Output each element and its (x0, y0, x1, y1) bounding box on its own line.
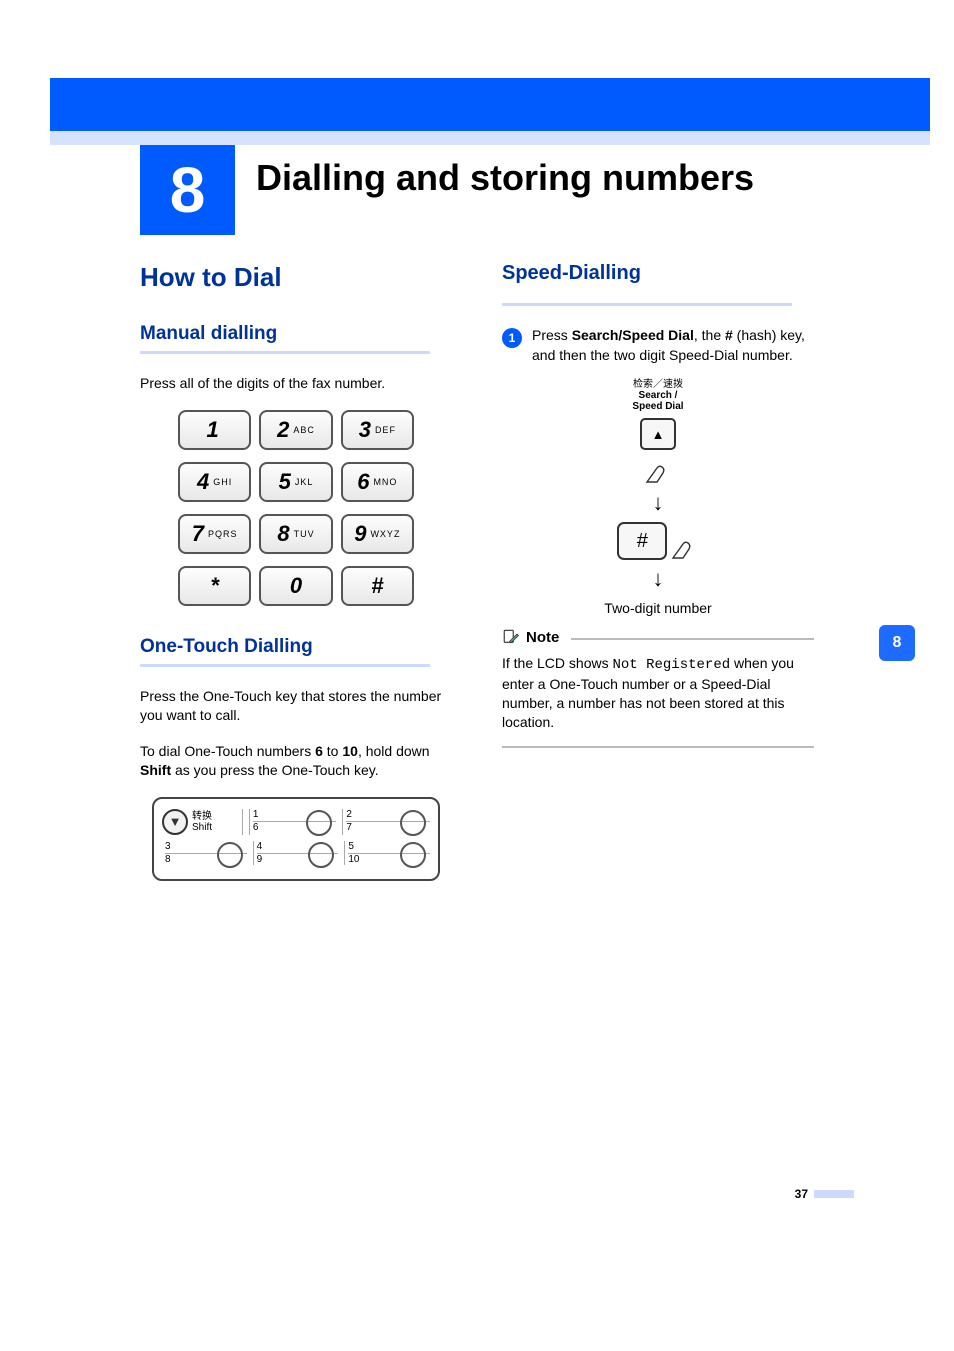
key-0: 0 (259, 566, 332, 606)
one-touch-p2: To dial One-Touch numbers 6 to 10, hold … (140, 742, 452, 781)
page-number-bar (814, 1190, 854, 1198)
left-column: How to Dial Manual dialling Press all of… (140, 262, 452, 911)
heading-one-touch: One-Touch Dialling (140, 636, 452, 658)
key-6: 6MNO (341, 462, 414, 502)
one-touch-key-2-7: 2 7 (342, 809, 430, 835)
speed-dial-illustration: 检索／速拨 Search / Speed Dial ▲ ↓ # ↓ Two-di… (502, 379, 814, 616)
key-2: 2ABC (259, 410, 332, 450)
heading-manual-dialling: Manual dialling (140, 323, 452, 345)
note-title: Note (526, 629, 559, 646)
key-7: 7PQRS (178, 514, 251, 554)
right-column: Speed-Dialling 1 Press Search/Speed Dial… (502, 262, 814, 911)
finger-press-icon (643, 456, 673, 484)
one-touch-key-3-8: 3 8 (162, 841, 247, 865)
chapter-side-tab: 8 (879, 625, 915, 661)
page-number-block: 37 (795, 1187, 854, 1201)
arrow-down-icon: ↓ (653, 566, 664, 592)
key-8: 8TUV (259, 514, 332, 554)
heading-underline (140, 351, 430, 354)
section-how-to-dial: How to Dial (140, 262, 452, 293)
key-5: 5JKL (259, 462, 332, 502)
heading-underline (140, 664, 430, 667)
header-light-bar (50, 131, 930, 145)
shift-arrow-icon: ▼ (162, 809, 188, 835)
heading-speed-dialling: Speed-Dialling (502, 262, 814, 285)
page-number: 37 (795, 1187, 808, 1201)
up-arrow-key-icon: ▲ (640, 418, 676, 450)
chapter-title: Dialling and storing numbers (256, 157, 754, 199)
step-number-badge: 1 (502, 328, 522, 348)
note-header-line (571, 638, 814, 640)
finger-press-icon (669, 532, 699, 560)
key-hash: # (341, 566, 414, 606)
speed-dial-key-label: 检索／速拨 Search / Speed Dial (632, 379, 683, 412)
one-touch-key-1-6: 1 6 (249, 809, 337, 835)
step-1-text: Press Search/Speed Dial, the # (hash) ke… (532, 326, 814, 365)
arrow-down-icon: ↓ (653, 490, 664, 516)
key-9: 9WXYZ (341, 514, 414, 554)
manual-dialling-intro: Press all of the digits of the fax numbe… (140, 374, 452, 394)
one-touch-key-4-9: 4 9 (253, 841, 339, 865)
note-block: Note If the LCD shows Not Registered whe… (502, 628, 814, 748)
chapter-number-badge: 8 (140, 145, 235, 235)
note-pencil-icon (502, 628, 520, 646)
heading-underline (502, 303, 792, 306)
one-touch-block: One-Touch Dialling Press the One-Touch k… (140, 636, 452, 881)
step-1: 1 Press Search/Speed Dial, the # (hash) … (502, 326, 814, 365)
note-body: If the LCD shows Not Registered when you… (502, 646, 814, 748)
one-touch-panel: ▼ 转换 Shift 1 6 2 (152, 797, 440, 881)
hash-key-icon: # (617, 522, 667, 560)
keypad-illustration: 1 2ABC 3DEF 4GHI 5JKL 6MNO 7PQRS 8TUV 9W… (178, 410, 414, 606)
key-1: 1 (178, 410, 251, 450)
content-columns: How to Dial Manual dialling Press all of… (140, 262, 830, 911)
two-digit-label: Two-digit number (604, 600, 711, 616)
key-3: 3DEF (341, 410, 414, 450)
one-touch-key-5-10: 5 10 (344, 841, 430, 865)
key-4: 4GHI (178, 462, 251, 502)
one-touch-p1: Press the One-Touch key that stores the … (140, 687, 452, 726)
manual-dialling-block: Manual dialling Press all of the digits … (140, 323, 452, 606)
shift-key: ▼ 转换 Shift (162, 809, 243, 835)
key-star: * (178, 566, 251, 606)
manual-page: 8 Dialling and storing numbers How to Di… (0, 0, 954, 1351)
header-blue-bar (50, 78, 930, 131)
